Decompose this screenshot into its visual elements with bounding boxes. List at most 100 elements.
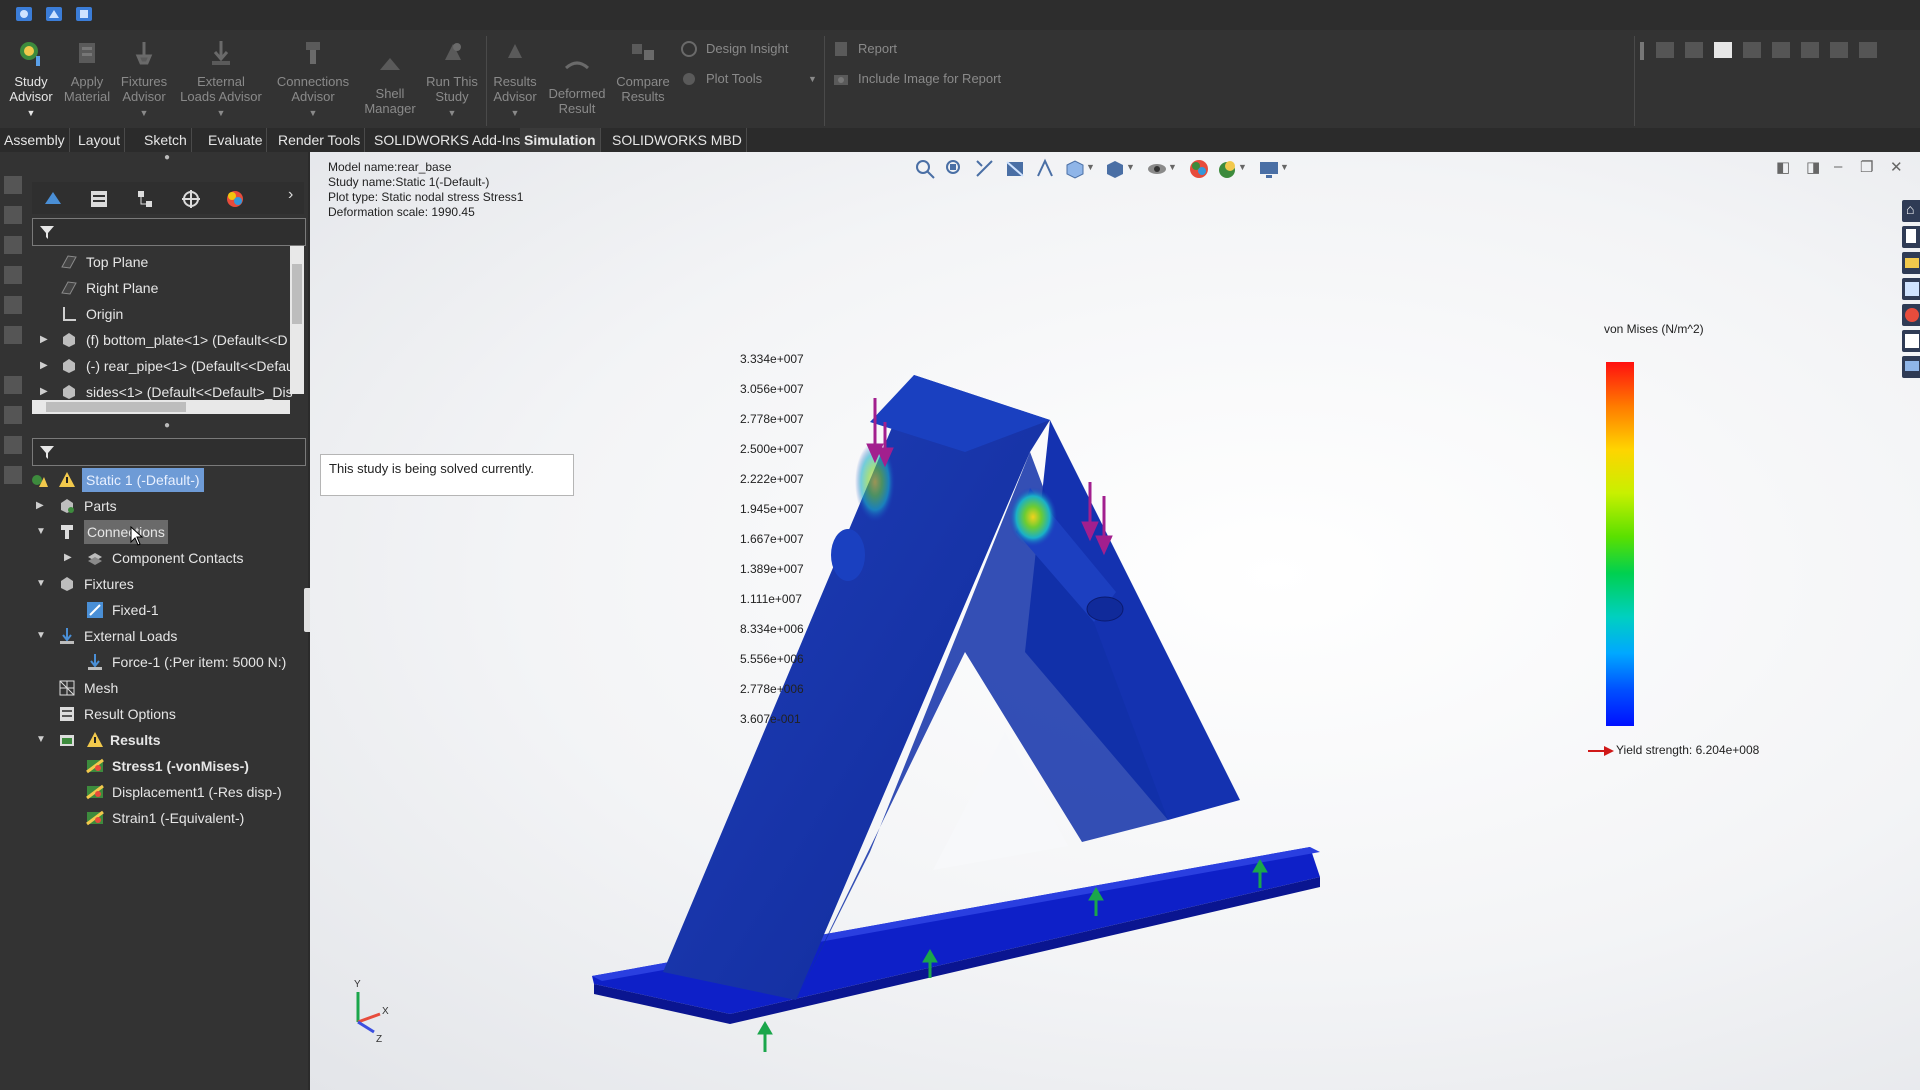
appearances-icon [1905,308,1919,322]
assembly-open-icon[interactable] [44,4,64,24]
compare-results-icon [632,44,654,60]
yield-strength-indicator: Yield strength: 6.204e+008 [1578,742,1838,760]
compare-results-button[interactable]: Compare Results [612,36,674,124]
chevron-down-icon[interactable]: ▼ [27,108,36,118]
shell-manager-button[interactable]: Shell Manager [358,36,422,124]
legend-tick-label: 3.334e+007 [740,352,804,366]
custom-properties-icon [1905,334,1919,348]
fixtures-advisor-button[interactable]: Fixtures Advisor ▼ [113,36,175,124]
left-toolbar-strip[interactable] [0,170,28,590]
expand-arrow-icon[interactable]: ▶ [64,546,74,570]
tab-render-tools[interactable]: Render Tools [274,128,366,152]
plot-result-icon [86,758,104,774]
chevron-down-icon[interactable]: ▼ [448,108,457,118]
run-this-study-button[interactable]: Run This Study ▼ [421,36,483,124]
splitter-grip[interactable]: ● [164,420,170,431]
chevron-right-icon[interactable]: › [288,186,293,204]
svg-text:Z: Z [376,1034,382,1045]
tab-assembly[interactable]: Assembly [0,128,70,152]
assembly-icon[interactable] [14,4,34,24]
legend-tick-label: 1.945e+007 [740,502,804,516]
filter-icon [40,226,54,239]
task-pane-custom-properties-button[interactable] [1902,330,1920,352]
feature-manager-panel: ● › Top Plane Right Plane Origin ▶ (f) b… [0,152,314,1090]
scrollbar-thumb[interactable] [292,264,302,324]
vertical-scrollbar[interactable] [290,246,304,394]
collapse-arrow-icon[interactable]: ▼ [36,520,46,544]
filter-icon [40,446,54,459]
tab-evaluate[interactable]: Evaluate [204,128,268,152]
chevron-down-icon[interactable]: ▼ [140,108,149,118]
home-icon: ⌂ [1906,201,1915,217]
tab-solidworks-mbd[interactable]: SOLIDWORKS MBD [608,128,747,152]
tree-item-bottom-plate[interactable]: (f) bottom_plate<1> (Default<<D [60,328,300,352]
design-insight-button[interactable]: Design Insight [676,38,788,60]
configurationmanager-tab-icon[interactable] [134,188,156,210]
tree-item-static-study[interactable]: Static 1 (-Default-) [30,468,204,492]
legend-tick-label: 3.607e-001 [740,712,801,726]
close-icon[interactable]: ✕ [1890,158,1903,176]
task-pane-appearances-button[interactable] [1902,304,1920,326]
coordinate-triad: Y X Z [354,979,389,1045]
results-advisor-button[interactable]: Results Advisor ▼ [482,36,548,124]
featuremanager-tab-icon[interactable] [42,188,64,210]
expand-arrow-icon[interactable]: ▶ [36,494,46,518]
forum-icon [1905,361,1919,371]
plane-icon [61,255,77,269]
simulation-study-tree: Static 1 (-Default-) ▶ Parts ▼ Connectio… [30,468,308,988]
assembly-save-icon[interactable] [74,4,94,24]
feature-filter-box[interactable] [32,218,306,246]
splitter-grip[interactable]: ● [164,152,170,163]
collapse-arrow-icon[interactable]: ▼ [36,624,46,648]
library-icon [1906,229,1916,243]
chevron-down-icon[interactable]: ▼ [511,108,520,118]
study-icon [32,475,48,487]
expand-arrow-icon[interactable]: ▶ [40,354,50,378]
study-filter-box[interactable] [32,438,306,466]
results-advisor-icon [508,44,522,58]
warning-icon [59,472,75,487]
chevron-down-icon[interactable]: ▼ [808,68,817,90]
expand-arrow-icon[interactable]: ▶ [40,328,50,352]
connections-icon [306,42,320,64]
extra-tools-icons[interactable] [1638,38,1908,62]
collapse-arrow-icon[interactable]: ▼ [36,728,46,752]
task-pane-file-explorer-button[interactable] [1902,252,1920,274]
deformed-result-button[interactable]: Deformed Result [546,36,608,124]
external-load-icon [212,41,230,65]
connections-icon [61,525,73,539]
horizontal-scrollbar[interactable] [32,400,290,414]
force-icon [88,654,102,670]
external-loads-advisor-button[interactable]: External Loads Advisor ▼ [178,36,264,124]
legend-tick-label: 2.778e+007 [740,412,804,426]
tab-layout[interactable]: Layout [74,128,126,152]
report-button[interactable]: Report [828,38,897,60]
task-pane-view-palette-button[interactable] [1902,278,1920,300]
graphics-viewport[interactable]: Model name:rear_base Study name:Static 1… [310,152,1920,1090]
svg-text:Y: Y [354,979,361,990]
model-3d-view[interactable]: Y X Z [310,152,1890,1090]
plot-tools-icon [683,73,695,85]
fixed-geometry-icon [87,602,103,618]
study-advisor-button[interactable]: Study Advisor ▼ [0,36,62,124]
plot-tools-button[interactable]: Plot Tools ▼ [676,68,846,90]
tree-item-rear-pipe[interactable]: (-) rear_pipe<1> (Default<<Defau [60,354,300,378]
task-pane-home-button[interactable]: ⌂ [1902,200,1920,222]
tab-simulation[interactable]: Simulation [520,128,601,152]
legend-tick-label: 2.778e+006 [740,682,804,696]
chevron-down-icon[interactable]: ▼ [309,108,318,118]
include-image-for-report-button[interactable]: Include Image for Report [828,68,1001,90]
chevron-down-icon[interactable]: ▼ [217,108,226,118]
display-manager-tab-icon[interactable] [224,188,246,210]
collapse-arrow-icon[interactable]: ▼ [36,572,46,596]
propertymanager-tab-icon[interactable] [88,188,110,210]
tab-solidworks-add-ins[interactable]: SOLIDWORKS Add-Ins [370,128,526,152]
scrollbar-thumb[interactable] [46,402,186,412]
task-pane-forum-button[interactable] [1902,356,1920,378]
task-pane-library-button[interactable] [1902,226,1920,248]
apply-material-button[interactable]: Apply Material [56,36,118,124]
connections-advisor-button[interactable]: Connections Advisor ▼ [272,36,354,124]
plane-icon [61,281,77,295]
tab-sketch[interactable]: Sketch [140,128,192,152]
dimxpert-tab-icon[interactable] [180,188,202,210]
